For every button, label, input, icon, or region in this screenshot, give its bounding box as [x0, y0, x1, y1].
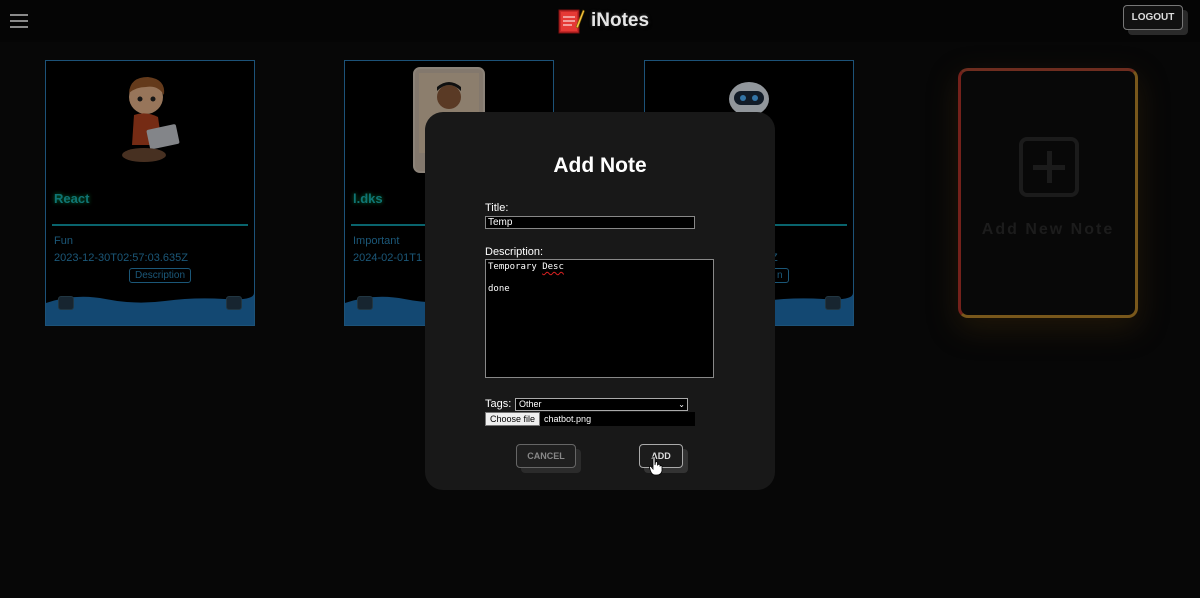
top-navbar: iNotes LOGOUT: [0, 0, 1200, 42]
app-name: iNotes: [591, 10, 650, 31]
title-label: Title:: [485, 202, 509, 214]
logout-button[interactable]: LOGOUT: [1123, 5, 1183, 30]
menu-icon[interactable]: [10, 14, 28, 28]
file-input[interactable]: Choose file chatbot.png: [485, 412, 695, 426]
description-label: Description:: [485, 246, 544, 258]
modal-heading: Add Note: [553, 154, 647, 177]
brand: iNotes: [557, 7, 649, 35]
hand-cursor-icon: [649, 456, 663, 476]
title-input[interactable]: Temp: [485, 216, 695, 229]
description-text: Temporary: [488, 262, 543, 272]
tags-label: Tags:: [485, 398, 512, 410]
add-note-modal: Add Note Title: Temp Description: Tempor…: [425, 112, 775, 490]
tags-selected-value: Other: [519, 399, 542, 409]
file-name: chatbot.png: [544, 414, 592, 424]
description-text: done: [488, 284, 510, 294]
cancel-button[interactable]: CANCEL: [516, 444, 576, 468]
tags-select[interactable]: Other ⌄: [515, 398, 688, 411]
choose-file-button[interactable]: Choose file: [485, 412, 541, 426]
notebook-logo-icon: [558, 9, 585, 34]
description-text: Desc: [542, 262, 564, 272]
chevron-down-icon: ⌄: [678, 400, 685, 409]
description-textarea[interactable]: Temporary Desc done: [485, 259, 714, 378]
